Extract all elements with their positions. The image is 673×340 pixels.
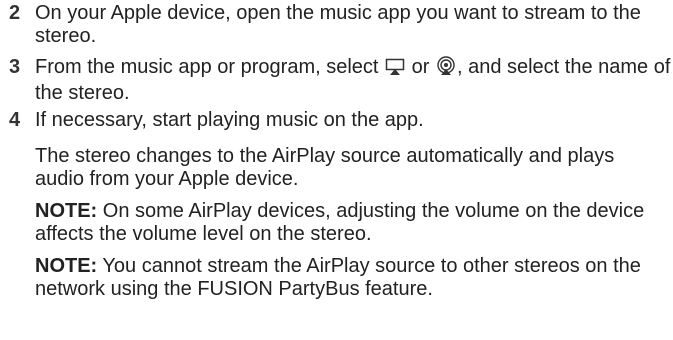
- step-number: 3: [9, 56, 21, 78]
- note-label: NOTE:: [35, 200, 98, 222]
- step-text-part: or: [411, 56, 430, 78]
- step-text: On your Apple device, open the music app…: [35, 2, 641, 47]
- note-1: NOTE: On some AirPlay devices, adjusting…: [0, 200, 665, 246]
- step-4: 4 If necessary, start playing music on t…: [0, 109, 673, 132]
- step-text: From the music app or program, select or…: [35, 56, 673, 105]
- note-text: You cannot stream the AirPlay source to …: [35, 255, 641, 300]
- airplay-audio-icon: [436, 56, 456, 82]
- step-text-part: From the music app or program, select: [35, 56, 379, 78]
- step-number: 4: [9, 109, 21, 131]
- step-2: 2 On your Apple device, open the music a…: [0, 2, 673, 48]
- step-3: 3 From the music app or program, select …: [0, 56, 673, 105]
- note-2: NOTE: You cannot stream the AirPlay sour…: [0, 255, 673, 301]
- step-text: If necessary, start playing music on the…: [35, 109, 424, 131]
- step-number: 2: [9, 2, 21, 24]
- note-label: NOTE:: [35, 255, 98, 277]
- instruction-document: 2 On your Apple device, open the music a…: [0, 0, 673, 340]
- note-text: On some AirPlay devices, adjusting the v…: [35, 200, 645, 245]
- result-text: The stereo changes to the AirPlay source…: [35, 145, 615, 190]
- airplay-icon: [385, 58, 405, 82]
